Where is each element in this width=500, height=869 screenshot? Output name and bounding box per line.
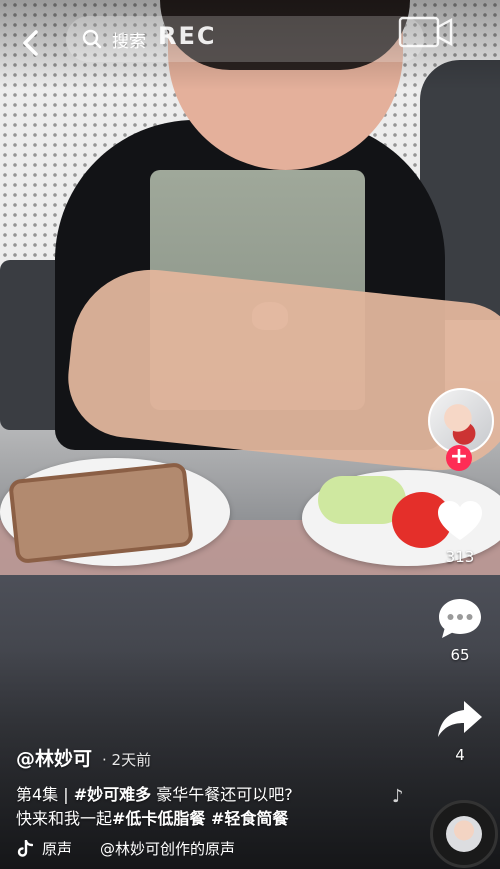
chevron-left-icon — [23, 30, 38, 56]
description-text: 豪华午餐还可以吧? — [151, 785, 293, 804]
rec-overlay-text: REC — [158, 22, 217, 50]
camera-icon — [398, 16, 453, 48]
hashtag-link[interactable]: #轻食简餐 — [205, 809, 288, 828]
follow-plus-button[interactable]: + — [446, 445, 472, 471]
hashtag-link[interactable]: #妙可难多 — [74, 785, 151, 804]
share-button[interactable]: 4 — [420, 694, 500, 764]
share-arrow-icon — [433, 694, 487, 744]
music-label: 原声 — [42, 840, 73, 858]
description-text: 快来和我一起 — [16, 809, 113, 828]
post-time: · 2天前 — [102, 751, 152, 769]
comment-icon — [433, 594, 487, 644]
back-button[interactable] — [14, 26, 48, 60]
comment-button[interactable]: 65 — [420, 594, 500, 664]
search-icon — [80, 27, 104, 51]
top-bar: 搜索 REC — [0, 0, 500, 80]
description: 第4集 | #妙可难多 豪华午餐还可以吧? 快来和我一起#低卡低脂餐 #轻食简餐 — [16, 783, 416, 831]
music-cover — [446, 816, 482, 852]
video-caption: @林妙可 · 2天前 第4集 | #妙可难多 豪华午餐还可以吧? 快来和我一起#… — [16, 744, 416, 831]
like-count: 313 — [445, 548, 475, 566]
music-credit: @林妙可创作的原声 — [100, 840, 236, 858]
music-disc-button[interactable] — [430, 800, 498, 868]
comment-count: 65 — [450, 646, 470, 664]
episode-label: 第4集 | — [16, 785, 74, 804]
hashtag-link[interactable]: #低卡低脂餐 — [112, 809, 205, 828]
heart-icon — [433, 496, 487, 546]
share-count: 4 — [455, 746, 465, 764]
tiktok-music-icon — [16, 839, 34, 858]
search-placeholder: 搜索 — [112, 31, 146, 52]
music-bar[interactable]: 原声 @林妙可创作的原声 — [16, 838, 235, 859]
floating-music-note-icon: ♪ — [392, 786, 404, 807]
like-button[interactable]: 313 — [420, 496, 500, 566]
search-bar[interactable]: 搜索 — [66, 16, 424, 62]
author-name-link[interactable]: @林妙可 — [16, 744, 92, 771]
